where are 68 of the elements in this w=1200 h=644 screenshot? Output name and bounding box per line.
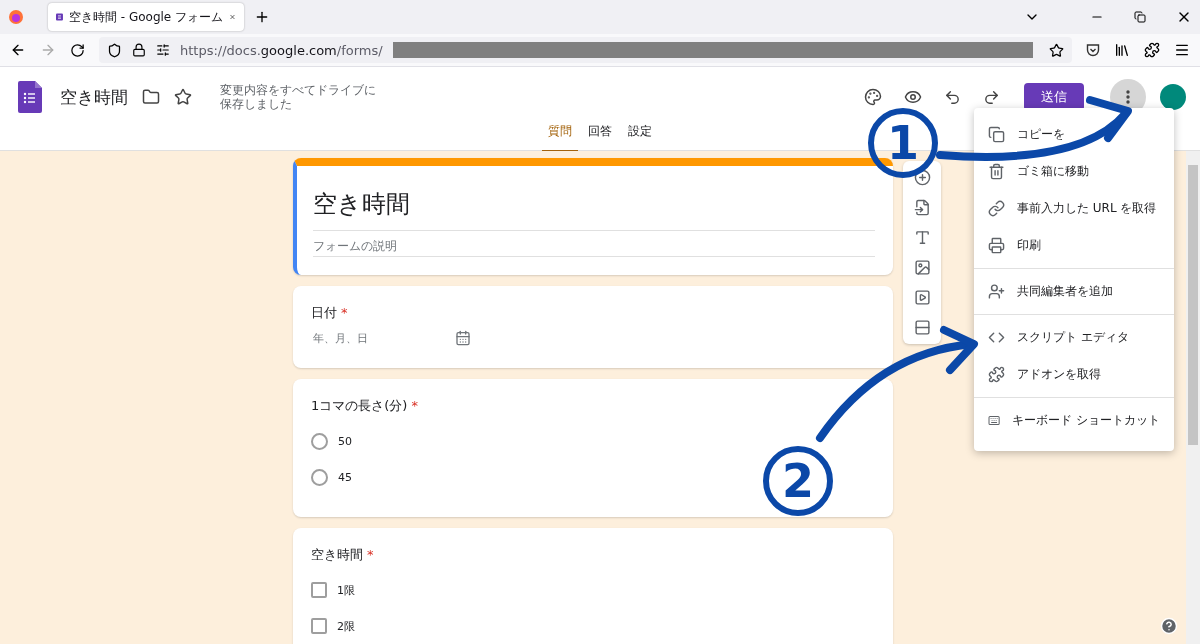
reload-icon[interactable] xyxy=(70,42,85,58)
document-title[interactable]: 空き時間 xyxy=(60,85,128,109)
question-title: 1コマの長さ(分) * xyxy=(311,397,419,415)
avatar[interactable] xyxy=(1160,84,1186,110)
help-icon[interactable] xyxy=(1160,617,1178,635)
save-status: 変更内容をすべてドライブに xyxy=(220,83,376,97)
library-icon[interactable] xyxy=(1114,42,1130,58)
image-icon[interactable] xyxy=(913,259,931,276)
address-bar[interactable]: https://docs.google.com/forms/ xyxy=(99,37,1072,63)
undo-icon[interactable] xyxy=(944,88,961,106)
step-number: 2 xyxy=(763,446,833,516)
forms-logo-icon[interactable] xyxy=(18,81,42,113)
option-label: 50 xyxy=(338,434,352,448)
checkbox[interactable] xyxy=(311,618,327,634)
question-title: 日付 * xyxy=(311,304,349,322)
menu-item[interactable]: キーボード ショートカット xyxy=(974,402,1174,439)
lock-icon xyxy=(132,43,146,57)
menu-item[interactable]: スクリプト エディタ xyxy=(974,319,1174,356)
save-status: 保存しました xyxy=(220,97,293,111)
option-label: 45 xyxy=(338,470,352,484)
pocket-icon[interactable] xyxy=(1086,43,1100,57)
menu-item[interactable]: コピーを xyxy=(974,116,1174,153)
add-person-icon xyxy=(988,283,1005,300)
send-button[interactable]: 送信 xyxy=(1024,83,1084,111)
checkbox[interactable] xyxy=(311,582,327,598)
more-icon xyxy=(1126,90,1130,104)
menu-item[interactable]: ゴミ箱に移動 xyxy=(974,153,1174,190)
option-label: 2限 xyxy=(337,618,355,634)
sliders-icon[interactable] xyxy=(156,43,170,57)
radio-button[interactable] xyxy=(311,432,328,450)
new-tab-icon[interactable] xyxy=(254,9,270,25)
import-icon[interactable] xyxy=(913,199,931,216)
printer-icon xyxy=(988,237,1005,254)
back-icon[interactable] xyxy=(10,42,26,58)
url-text: https://docs.google.com/forms/ xyxy=(180,42,383,58)
add-question-icon[interactable] xyxy=(913,169,931,186)
puzzle-icon[interactable] xyxy=(1144,42,1160,58)
browser-tab[interactable]: 空き時間 - Google フォーム xyxy=(48,3,244,31)
copy-icon xyxy=(988,126,1005,143)
scrollbar[interactable] xyxy=(1186,151,1200,644)
video-icon[interactable] xyxy=(913,289,931,306)
section-icon[interactable] xyxy=(913,319,931,336)
calendar-icon[interactable] xyxy=(455,330,471,346)
star-icon[interactable] xyxy=(1049,42,1064,58)
option-label: 1限 xyxy=(337,582,355,598)
menu-item[interactable]: 事前入力した URL を取得 xyxy=(974,190,1174,227)
puzzle-icon xyxy=(988,366,1005,383)
star-icon[interactable] xyxy=(174,88,192,106)
menu-item[interactable]: アドオンを取得 xyxy=(974,356,1174,393)
form-tab[interactable]: 設定 xyxy=(622,115,658,153)
redo-icon[interactable] xyxy=(983,88,1000,106)
eye-icon[interactable] xyxy=(904,88,922,106)
step-number: 1 xyxy=(868,108,938,178)
radio-button[interactable] xyxy=(311,468,328,486)
shield-icon xyxy=(107,42,122,58)
question-title: 空き時間 * xyxy=(311,546,375,564)
menu-item[interactable]: 共同編集者を追加 xyxy=(974,273,1174,310)
link-icon xyxy=(988,200,1005,217)
folder-icon[interactable] xyxy=(142,88,160,106)
menu-item[interactable]: 印刷 xyxy=(974,227,1174,264)
tab-title: 空き時間 - Google フォーム xyxy=(68,8,224,26)
form-tab[interactable]: 回答 xyxy=(582,115,618,153)
menu-icon[interactable] xyxy=(1174,42,1190,58)
restore-icon[interactable] xyxy=(1134,11,1146,23)
text-icon[interactable] xyxy=(913,229,931,246)
palette-icon[interactable] xyxy=(864,88,882,106)
browser-logo-icon[interactable] xyxy=(8,9,24,25)
trash-icon xyxy=(988,163,1005,180)
